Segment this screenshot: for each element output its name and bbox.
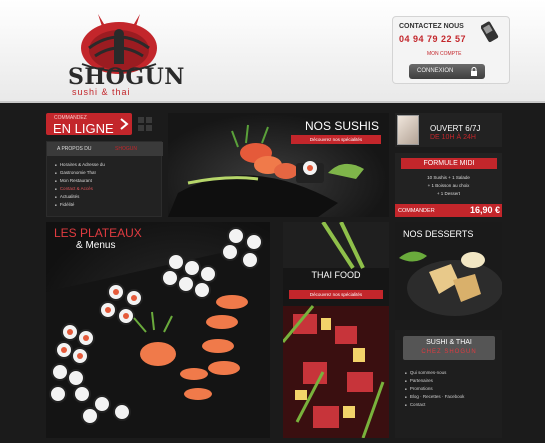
plateaux-subtitle: & Menus: [76, 240, 116, 251]
about-item-restaurant[interactable]: Mon Restaurant: [55, 178, 92, 183]
site-logo[interactable]: SHOGUN sushi & thai: [58, 14, 184, 100]
thai-food-photo: [283, 222, 389, 438]
order-online-label: EN LIGNE: [53, 121, 114, 136]
order-online-button[interactable]: COMMANDEZ EN LIGNE: [46, 113, 132, 136]
contact-box: CONTACTEZ NOUS 04 94 79 22 57 MON COMPTE…: [392, 16, 510, 84]
about-brand: SHOGUN: [115, 146, 137, 152]
opening-hours: DE 10H À 24H: [430, 134, 476, 141]
info-title: SUSHI & THAI: [426, 339, 472, 346]
sushi-promo-subtitle[interactable]: Découvrez nos spécialités: [291, 135, 381, 144]
formula-line: + 1 Dessert: [436, 191, 461, 196]
site-header: SHOGUN sushi & thai CONTACTEZ NOUS 04 94…: [0, 0, 545, 103]
arrow-right-icon: [120, 118, 129, 130]
contact-label: CONTACTEZ NOUS: [399, 23, 464, 30]
opening-days: OUVERT 6/7J: [430, 124, 481, 133]
account-link[interactable]: MON COMPTE: [427, 51, 461, 57]
desserts-title: NOS DESSERTS: [403, 229, 474, 239]
info-brand: CHEZ SHOGUN: [421, 349, 477, 355]
sushi-platter-photo: [46, 227, 270, 438]
formula-order-label: COMMANDER: [398, 208, 435, 214]
thai-food-panel[interactable]: THAI FOOD Découvrez nos spécialités: [283, 222, 389, 438]
about-panel: A PROPOS DU SHOGUN Horaires & Adresse du…: [46, 141, 163, 217]
sushi-promo-title: NOS SUSHIS: [304, 119, 379, 133]
thai-food-title: THAI FOOD: [311, 270, 361, 280]
thai-food-subtitle[interactable]: Découvrez nos spécialités: [289, 290, 383, 299]
login-label: CONNEXION: [417, 68, 454, 74]
plateaux-panel[interactable]: LES PLATEAUX & Menus: [46, 222, 270, 438]
about-item-gastronomie[interactable]: Gastronomie Thaï: [55, 170, 96, 175]
sushi-thai-info-panel: SUSHI & THAI CHEZ SHOGUN Qui sommes-nous…: [395, 330, 502, 438]
grid-icon[interactable]: [137, 116, 153, 132]
about-item-fidelite[interactable]: Fidélité: [55, 202, 75, 207]
about-item-actualites[interactable]: Actualités: [55, 194, 80, 199]
formula-line: 10 Sushis + 1 Salade: [427, 175, 470, 180]
phone-icon: [481, 21, 499, 43]
plateaux-title: LES PLATEAUX: [54, 226, 142, 240]
formula-price: 16,90 €: [469, 205, 500, 215]
info-item-partners[interactable]: Partenaires: [405, 378, 433, 383]
restaurant-thumbnail: [397, 115, 419, 145]
formula-order-button[interactable]: COMMANDER 16,90 €: [395, 204, 502, 217]
info-head: SUSHI & THAI CHEZ SHOGUN: [403, 336, 495, 360]
opening-hours-box: OUVERT 6/7J DE 10H À 24H: [395, 113, 502, 147]
login-button[interactable]: CONNEXION: [409, 64, 485, 79]
desserts-panel[interactable]: NOS DESSERTS: [395, 222, 502, 320]
about-item-contact[interactable]: Contact & Accès: [55, 186, 93, 191]
sushi-promo-panel[interactable]: NOS SUSHIS Découvrez nos spécialités: [168, 113, 389, 217]
about-tab: A PROPOS DU SHOGUN: [47, 142, 163, 156]
logo-subtitle: sushi & thai: [72, 87, 131, 97]
info-item-blog[interactable]: Blog · Recettes · Facebook: [405, 394, 465, 399]
about-title: A PROPOS DU: [57, 146, 92, 152]
contact-phone[interactable]: 04 94 79 22 57: [399, 34, 466, 44]
formula-line: + 1 Boisson au choix: [427, 183, 470, 188]
about-item-horaires[interactable]: Horaires & Adresse du: [55, 162, 105, 167]
formula-title: FORMULE MIDI: [401, 158, 497, 169]
formula-panel: FORMULE MIDI 10 Sushis + 1 Salade + 1 Bo…: [395, 153, 502, 217]
info-item-promotions[interactable]: Promotions: [405, 386, 433, 391]
info-item-contact[interactable]: Contact: [405, 402, 426, 407]
lock-icon: [471, 67, 477, 76]
info-item-about[interactable]: Qui sommes-nous: [405, 370, 447, 375]
